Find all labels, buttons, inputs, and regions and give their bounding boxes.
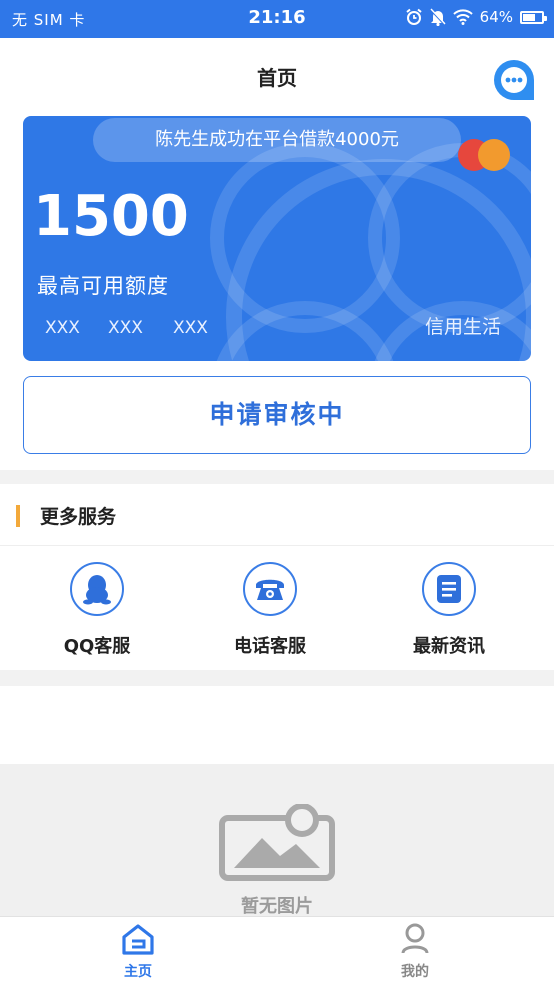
- credit-card: 陈先生成功在平台借款4000元 1500 最高可用额度 XXX XXX XXX …: [23, 116, 531, 361]
- bottom-tab-bar: 主页 我的: [0, 916, 554, 985]
- services-header: 更多服务: [0, 484, 554, 546]
- service-label: QQ客服: [63, 636, 131, 657]
- tab-label: 我的: [401, 964, 429, 980]
- section-accent-bar: [16, 505, 20, 527]
- app-header: 首页: [0, 38, 554, 116]
- credit-amount: 1500: [33, 184, 189, 249]
- chat-bubble-icon: [494, 60, 534, 100]
- service-label: 最新资讯: [413, 636, 485, 657]
- tab-label: 主页: [124, 964, 152, 980]
- battery-percent: 64%: [479, 8, 513, 26]
- services-title: 更多服务: [40, 506, 117, 528]
- image-placeholder-icon: [219, 804, 335, 881]
- service-phone[interactable]: 电话客服: [200, 562, 340, 658]
- profile-icon: [401, 923, 429, 954]
- qq-penguin-icon: [70, 562, 124, 616]
- news-document-icon: [422, 562, 476, 616]
- service-qq[interactable]: QQ客服: [27, 562, 167, 658]
- card-brand-name: 信用生活: [424, 316, 501, 338]
- credit-limit-label: 最高可用额度: [37, 274, 169, 298]
- chat-button[interactable]: [490, 56, 538, 104]
- more-services-section: 更多服务 QQ客服 电话客服 最新资讯: [0, 484, 554, 670]
- image-placeholder-area: 暂无图片: [0, 764, 554, 917]
- tab-home[interactable]: 主页: [78, 923, 198, 981]
- loan-notice-banner: 陈先生成功在平台借款4000元: [93, 118, 461, 162]
- blank-section: [0, 686, 554, 764]
- masked-number-1: XXX: [45, 318, 80, 338]
- telephone-icon: [243, 562, 297, 616]
- service-news[interactable]: 最新资讯: [379, 562, 519, 658]
- battery-icon: [520, 10, 547, 24]
- mute-bell-icon: [429, 8, 446, 26]
- card-brand-logo-icon: [458, 139, 514, 171]
- alarm-icon: [406, 8, 422, 25]
- no-image-text: 暂无图片: [241, 896, 313, 917]
- tab-profile[interactable]: 我的: [355, 923, 475, 981]
- home-icon: [122, 924, 154, 955]
- battery-fill: [523, 13, 535, 21]
- page-title: 首页: [257, 66, 297, 90]
- status-bar: 无 SIM 卡 21:16 64%: [0, 0, 554, 38]
- masked-number-2: XXX: [108, 318, 143, 338]
- status-icons: 64%: [405, 8, 547, 26]
- application-status-button[interactable]: 申请审核中: [23, 376, 531, 454]
- masked-number-3: XXX: [173, 318, 208, 338]
- service-label: 电话客服: [234, 636, 306, 657]
- wifi-icon: [452, 9, 473, 25]
